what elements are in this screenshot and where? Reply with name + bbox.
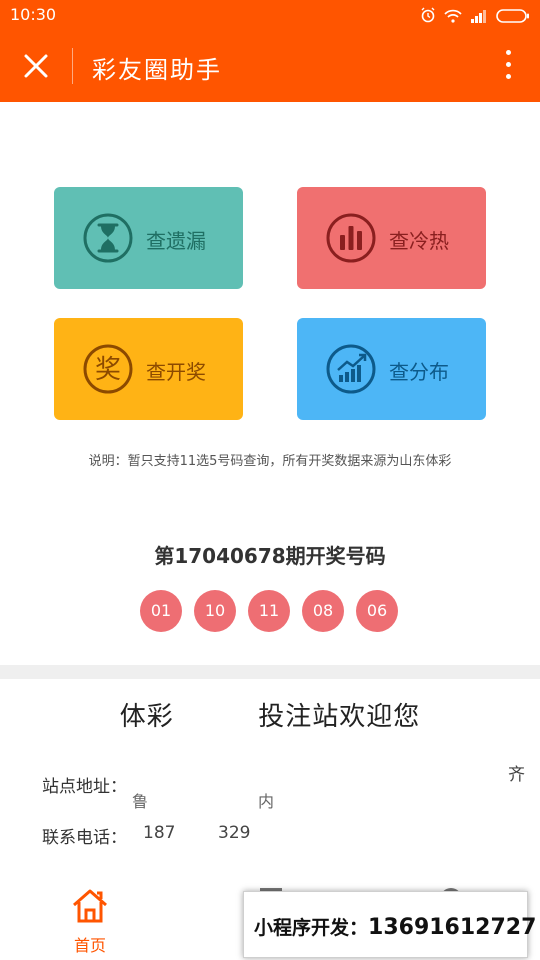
tile-label: 查开奖 [146, 360, 206, 384]
page-title: 彩友圈助手 [92, 56, 222, 84]
address-label: 站点地址： [42, 777, 127, 797]
close-button[interactable] [20, 50, 52, 82]
tile-label: 查分布 [389, 360, 449, 384]
draw-results-tile[interactable]: 奖 查开奖 [54, 318, 243, 420]
tab-home[interactable]: 首页 [62, 886, 118, 956]
station-title-right: 投注站欢迎您 [258, 702, 421, 732]
more-menu-button[interactable] [502, 50, 514, 82]
address-value-part1: 鲁 [132, 792, 149, 811]
hourglass-icon [83, 213, 133, 263]
number-ball: 01 [140, 590, 182, 632]
nav-bar: 彩友圈助手 [0, 30, 540, 102]
status-time: 10:30 [10, 5, 57, 24]
number-ball: 11 [248, 590, 290, 632]
banner-text: 小程序开发：13691612727 [254, 913, 536, 940]
missing-numbers-tile[interactable]: 查遗漏 [54, 187, 243, 289]
nav-divider [72, 48, 73, 84]
address-value-part3: 齐 [508, 765, 525, 785]
station-title-left: 体彩 [119, 702, 174, 732]
hot-cold-tile[interactable]: 查冷热 [297, 187, 486, 289]
close-icon [24, 54, 48, 78]
developer-contact-banner[interactable]: 小程序开发：13691612727 [243, 891, 536, 958]
phone-value-part1: 187 [143, 823, 176, 843]
phone-value-part2: 329 [218, 823, 251, 843]
tab-home-label: 首页 [73, 936, 106, 955]
draw-title: 第17040678期开奖号码 [154, 544, 386, 568]
address-value-part2: 内 [258, 792, 275, 811]
tile-label: 查冷热 [389, 229, 449, 253]
banner-label: 小程序开发： [254, 917, 369, 939]
trend-chart-icon [326, 344, 376, 394]
battery-icon [496, 8, 530, 27]
status-bar: 10:30 [0, 0, 540, 30]
alarm-icon [420, 7, 436, 27]
number-ball: 08 [302, 590, 344, 632]
award-icon: 奖 [83, 344, 133, 394]
signal-icon [470, 8, 488, 27]
section-divider [0, 665, 540, 679]
status-icons [420, 7, 530, 27]
svg-text:奖: 奖 [95, 355, 121, 385]
more-vertical-icon [502, 50, 514, 79]
number-ball: 10 [194, 590, 236, 632]
data-source-note: 说明：暂只支持11选5号码查询，所有开奖数据来源为山东体彩 [88, 454, 452, 469]
distribution-tile[interactable]: 查分布 [297, 318, 486, 420]
tile-label: 查遗漏 [146, 229, 206, 253]
station-welcome-title: 体彩 投注站欢迎您 [0, 696, 540, 733]
banner-phone: 13691612727 [368, 915, 537, 940]
number-ball: 06 [356, 590, 398, 632]
home-icon [73, 889, 107, 923]
wifi-icon [444, 8, 462, 27]
bar-chart-icon [326, 213, 376, 263]
phone-label: 联系电话： [42, 828, 127, 848]
draw-numbers: 01 10 11 08 06 [140, 590, 398, 632]
